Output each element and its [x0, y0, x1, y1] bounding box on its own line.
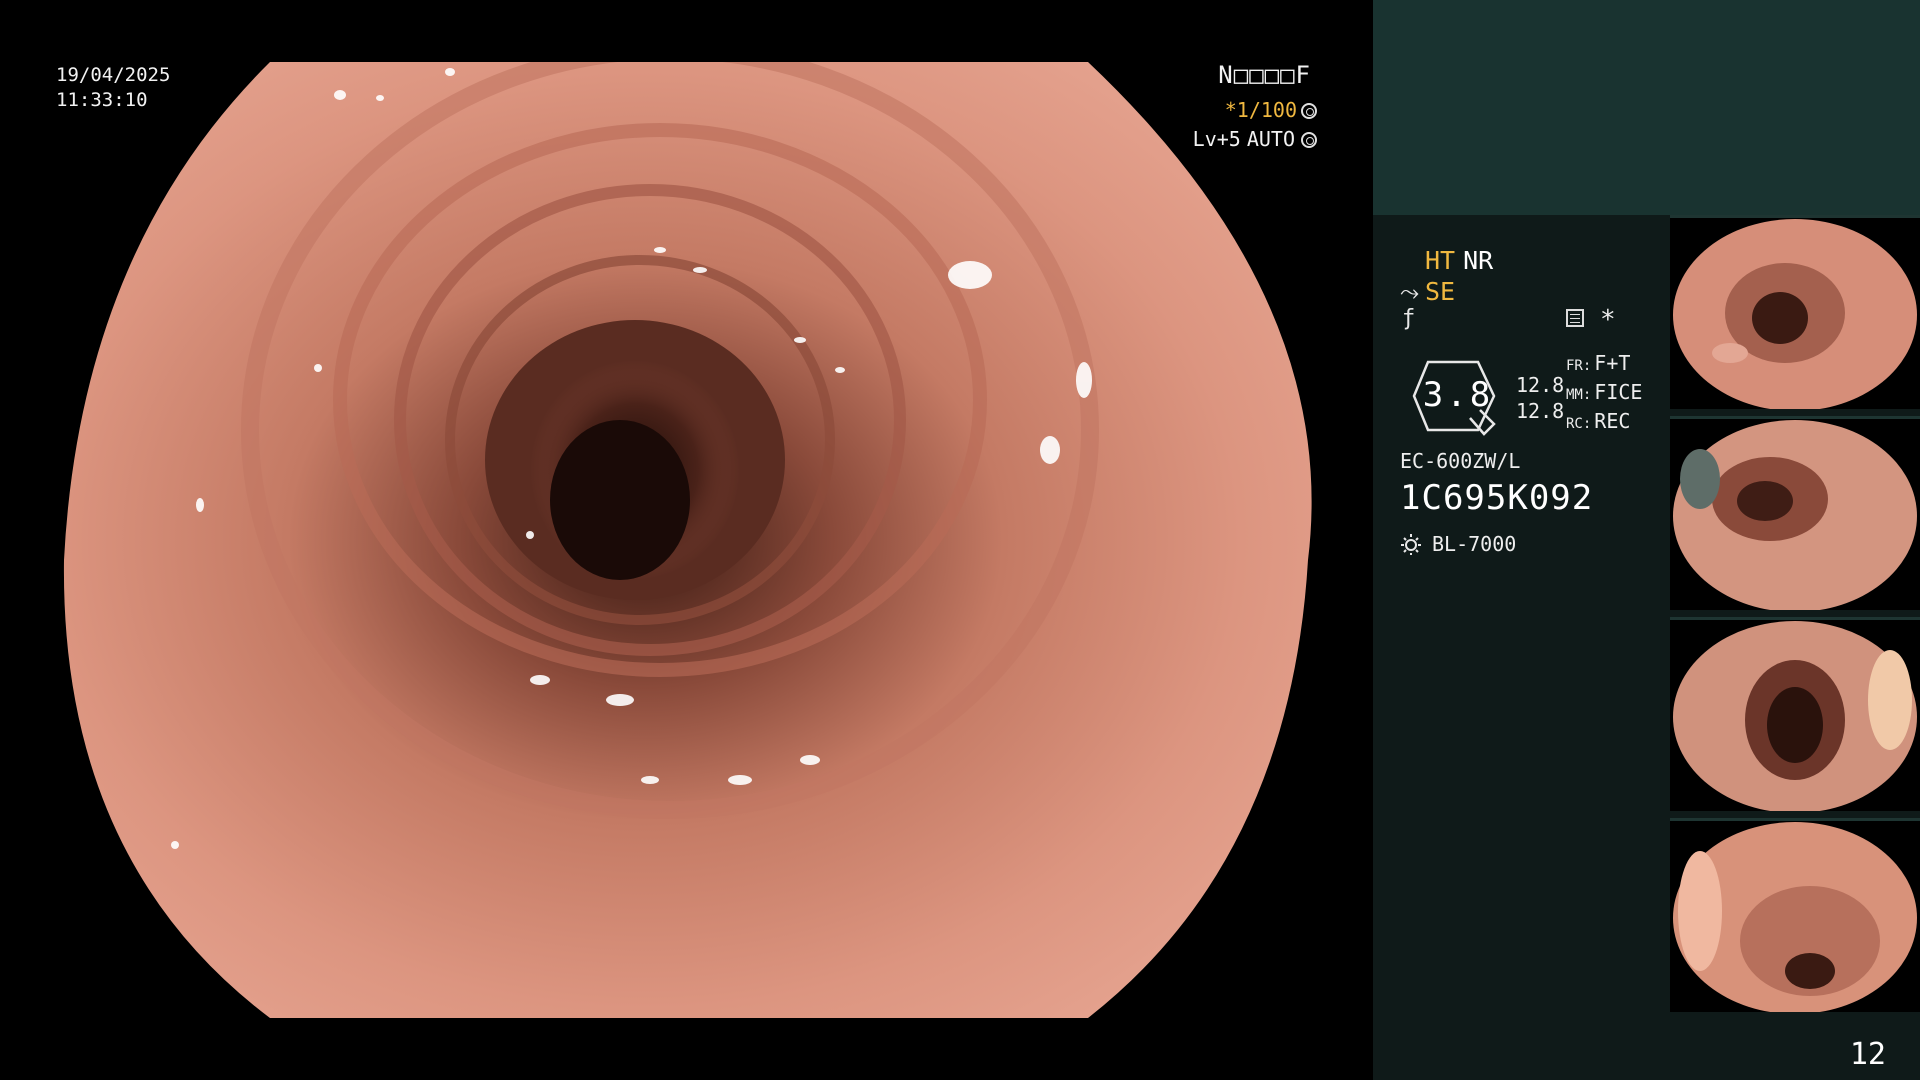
fr-key: FR:	[1566, 358, 1592, 374]
mode-ht: HT	[1425, 246, 1456, 275]
iris-text: AUTO	[1246, 127, 1295, 151]
numeric-readouts: 12.8 12.8	[1516, 372, 1564, 424]
page-number: 12	[1849, 1037, 1886, 1072]
mm-key: MM:	[1566, 387, 1592, 403]
document-icon	[1566, 309, 1584, 327]
settings-labels: FR: F+T MM: FICE RC: REC	[1566, 350, 1642, 437]
date-time-display: 19/04/2025 11:33:10	[56, 63, 170, 113]
shutter-speed-indicator: *1/100	[1225, 98, 1317, 123]
light-source: BL-7000	[1400, 532, 1516, 556]
scope-serial: 1C695K092	[1400, 478, 1594, 518]
main-endoscopy-view: 19/04/2025 11:33:10 N□□□□F *1/100 Lv+5 A…	[0, 0, 1373, 1080]
mode-nr: NR	[1463, 246, 1494, 275]
fr-value: F+T	[1594, 351, 1631, 375]
thumbnail-1[interactable]	[1670, 215, 1920, 409]
num-bottom: 12.8	[1516, 399, 1565, 423]
side-panel-header	[1373, 0, 1920, 215]
thumbnail-2[interactable]	[1670, 416, 1920, 610]
rc-key: RC:	[1566, 416, 1592, 432]
mode-indicators: HT NR SE	[1425, 245, 1501, 307]
level-text: Lv+5	[1192, 127, 1241, 151]
iris-icon	[1301, 131, 1317, 148]
thumbnail-4[interactable]	[1670, 818, 1920, 1012]
mode-se: SE	[1425, 277, 1456, 306]
shutter-text: *1/100	[1224, 98, 1297, 122]
scope-model: EC-600ZW/L	[1400, 449, 1521, 473]
level-indicator: Lv+5 AUTO	[1193, 127, 1317, 152]
patient-id: N□□□□F	[1218, 61, 1311, 89]
rc-value: REC	[1594, 409, 1631, 433]
light-source-icon	[1401, 534, 1421, 555]
time-text: 11:33:10	[56, 89, 148, 111]
date-text: 19/04/2025	[56, 64, 171, 86]
endoscopic-image	[63, 62, 1312, 1018]
light-source-text: BL-7000	[1432, 532, 1517, 556]
asterisk-indicator: *	[1600, 305, 1616, 335]
num-top: 12.8	[1516, 373, 1565, 397]
zoom-value: 3.8	[1422, 375, 1494, 415]
f-icon: ƒ	[1402, 306, 1416, 331]
mm-value: FICE	[1594, 380, 1643, 404]
thumbnail-3[interactable]	[1670, 617, 1920, 811]
shutter-icon	[1301, 102, 1317, 119]
scope-bend-icon: ⤳	[1400, 278, 1420, 306]
